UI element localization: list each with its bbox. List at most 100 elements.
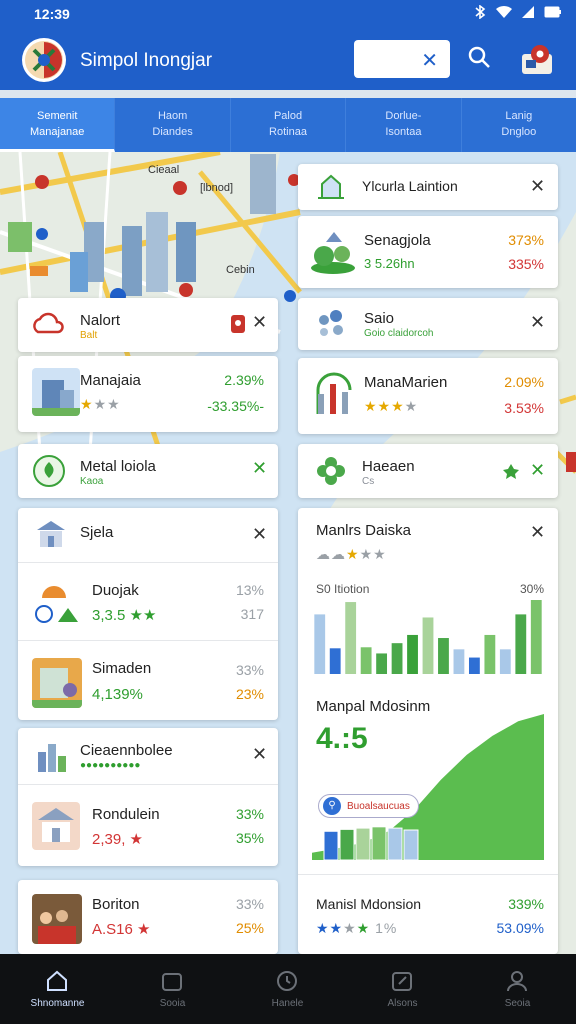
rating-stars: ☁☁★★★: [316, 546, 387, 562]
place-card[interactable]: ManaMarien ★★★★ 2.09% 3.53%: [298, 358, 558, 434]
chart-bar: [530, 600, 542, 674]
tab-haom[interactable]: Haom Diandes: [115, 98, 231, 152]
tab-semenit[interactable]: Semenit Manajanae: [0, 98, 116, 152]
stat-primary: 33%: [235, 896, 264, 912]
card-subtitle: Balt: [80, 330, 98, 341]
monument-icon: [316, 372, 352, 414]
item-title: Simaden: [92, 660, 152, 677]
app-logo[interactable]: [22, 38, 66, 82]
chart-bar: [345, 602, 357, 674]
card-title: Manajaia: [80, 372, 141, 389]
nav-home[interactable]: Shnomanne: [0, 954, 115, 1024]
close-icon[interactable]: ✕: [252, 312, 267, 333]
rating-stars: ★★★★ 1%: [316, 920, 398, 936]
close-icon[interactable]: ✕: [252, 524, 267, 545]
search-icon: [468, 46, 490, 68]
stat-primary: 373%: [508, 232, 544, 248]
location-profile-icon: [522, 45, 552, 74]
close-icon[interactable]: ✕: [530, 312, 545, 333]
section-title: Manisl Mdonsion: [316, 896, 422, 912]
card-subtitle: 3 5.26hn: [364, 256, 415, 271]
flower-icon: [317, 457, 345, 485]
chart-bar: [329, 648, 341, 674]
tab-palod[interactable]: Palod Rotinaa: [231, 98, 347, 152]
map-label: [lbnod]: [200, 182, 234, 194]
item-title: Duojak: [92, 582, 139, 599]
bottom-navigation: Shnomanne Sooia Hanele Alsons Seoia: [0, 954, 576, 1024]
place-card[interactable]: Saio Goio claidorcoh ✕: [298, 298, 558, 350]
tab-dorlue[interactable]: Dorlue- Isontaa: [346, 98, 462, 152]
rating-stars: ★★★★: [364, 398, 419, 414]
stat-primary: 13%: [235, 582, 264, 598]
place-card[interactable]: Senagjola 3 5.26hn 373% 335%: [298, 216, 558, 288]
place-group-card[interactable]: Cieaennbolee ●●●●●●●●●● ✕ Rondulein 2,39…: [18, 728, 278, 866]
item-title: Boriton: [92, 896, 140, 913]
place-card[interactable]: Manajaia ★★★ 2.39% -33.35%-: [18, 356, 278, 432]
place-card[interactable]: Boriton A.S16 ★ 33% 25%: [18, 880, 278, 954]
profile-button[interactable]: [518, 42, 558, 78]
close-icon[interactable]: ✕: [252, 744, 267, 765]
close-icon[interactable]: ✕: [530, 522, 545, 543]
nav-alsons[interactable]: Alsons: [345, 954, 460, 1024]
stat-primary: 33%: [235, 806, 264, 822]
item-value: 3,3.5 ★★: [92, 607, 157, 624]
place-card[interactable]: Metal loiola Kaoa ✕: [18, 444, 278, 498]
chart-label-left: S0 Itiotion: [316, 582, 370, 596]
place-card[interactable]: Nalort Balt ✕: [18, 298, 278, 352]
close-icon[interactable]: ✕: [252, 458, 267, 479]
item-title: Rondulein: [92, 806, 160, 823]
building-thumbnail-icon: [32, 658, 82, 708]
card-title: Ylcurla Laintion: [362, 178, 458, 194]
calendar-icon: [162, 973, 182, 991]
building-thumbnail-icon: [32, 368, 80, 416]
group-icon: [319, 310, 343, 336]
card-title: ManaMarien: [364, 374, 448, 391]
card-subtitle: Cs: [362, 476, 375, 487]
card-title: Nalort: [80, 312, 121, 329]
map-label: Cebin: [226, 264, 255, 276]
bluetooth-icon: [475, 5, 486, 19]
home-icon: [47, 970, 67, 991]
stat-primary: 2.09%: [504, 374, 544, 390]
search-input[interactable]: ✕: [354, 40, 450, 78]
nav-hanele[interactable]: Hanele: [230, 954, 345, 1024]
status-bar: 12:39: [0, 0, 576, 30]
card-title: Metal loiola: [80, 458, 156, 475]
app-title: Simpol Inongjar: [80, 50, 213, 71]
stat-secondary: -33.35%-: [207, 398, 264, 414]
park-thumbnail-icon: [311, 232, 355, 274]
chart-bar: [499, 649, 511, 674]
tab-lanig[interactable]: Lanig Dngloo: [462, 98, 576, 152]
clock-icon: [277, 971, 297, 991]
chart-bar: [314, 614, 326, 674]
place-group-card[interactable]: Sjela ✕ Duojak 3,3.5 ★★ 13% 317 Simaden …: [18, 508, 278, 720]
nav-seoia[interactable]: Seoia: [460, 954, 575, 1024]
search-button[interactable]: [466, 44, 492, 75]
signal-icon: [522, 6, 534, 18]
chart-label-right: 30%: [519, 582, 544, 596]
chart-tag: ⚲ Buoalsaucuas: [318, 794, 419, 818]
stats-card[interactable]: Manlrs Daiska ✕ ☁☁★★★ S0 Itiotion 30% Ma…: [298, 508, 558, 954]
temple-thumbnail-icon: [32, 802, 80, 850]
close-icon[interactable]: ✕: [530, 176, 545, 197]
place-card[interactable]: Haeaen Cs ✕: [298, 444, 558, 498]
chart-bar: [422, 617, 434, 674]
card-subtitle: Kaoa: [80, 476, 104, 487]
card-title: Senagjola: [364, 232, 431, 249]
stat-secondary: 23%: [235, 686, 264, 702]
clear-search-icon[interactable]: ✕: [421, 48, 438, 73]
landmark-icon: [318, 174, 344, 199]
chart-bar: [468, 657, 480, 674]
card-title: Cieaennbolee: [80, 742, 173, 759]
chart-bar: [438, 638, 449, 674]
chart-bar: [391, 643, 403, 674]
info-icon: ⚲: [323, 797, 341, 815]
card-title: Sjela: [80, 524, 114, 541]
stat-secondary: 335%: [508, 256, 544, 272]
rating-stars: ★★★: [80, 396, 121, 412]
close-icon[interactable]: ✕: [530, 460, 545, 481]
category-tabs: Semenit Manajanae Haom Diandes Palod Rotina…: [0, 98, 576, 152]
place-card[interactable]: Ylcurla Laintion ✕: [298, 164, 558, 210]
nav-sooia[interactable]: Sooia: [115, 954, 230, 1024]
stat-secondary: 25%: [235, 920, 264, 936]
